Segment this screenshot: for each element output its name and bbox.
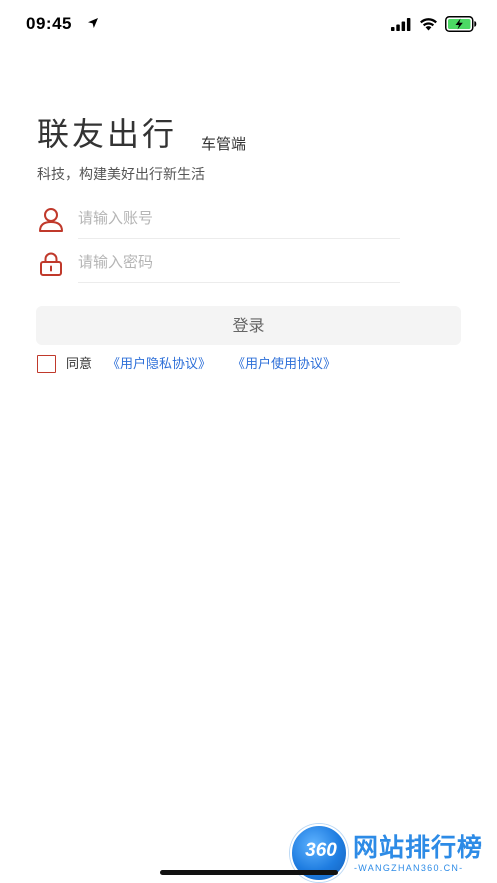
battery-charging-icon [445,16,477,32]
login-button[interactable]: 登录 [36,306,461,345]
username-field-row [36,198,402,242]
agreement-checkbox[interactable] [37,355,56,373]
user-icon [39,208,63,232]
status-time: 09:45 [26,14,72,33]
lock-icon [40,252,62,276]
username-input[interactable] [78,198,400,239]
password-input[interactable] [78,242,400,283]
agreement-row: 同意 《用户隐私协议》 《用户使用协议》 [37,355,477,375]
app-slogan: 科技，构建美好出行新生活 [37,167,205,183]
location-arrow-icon [88,18,98,28]
home-indicator[interactable] [160,870,338,875]
watermark-title: 网站排行榜 [353,833,484,862]
app-subtitle: 车管端 [201,135,247,153]
terms-of-use-link[interactable]: 《用户使用协议》 [232,355,336,374]
status-bar: 09:45 [0,0,497,46]
login-screen: 09:45 联友出行 车管端 科技，构建美好出行新生活 请输入账号 登录 同意 … [0,0,497,883]
app-title: 联友出行 [37,115,178,153]
agreement-label: 同意 [66,357,93,372]
privacy-policy-link[interactable]: 《用户隐私协议》 [107,355,211,374]
password-field-row [36,242,402,286]
cellular-signal-icon [391,18,411,31]
watermark-subtitle: -WANGZHAN360.CN- [354,863,464,873]
watermark-badge-text: 360 [305,840,337,861]
wifi-icon [420,18,437,31]
